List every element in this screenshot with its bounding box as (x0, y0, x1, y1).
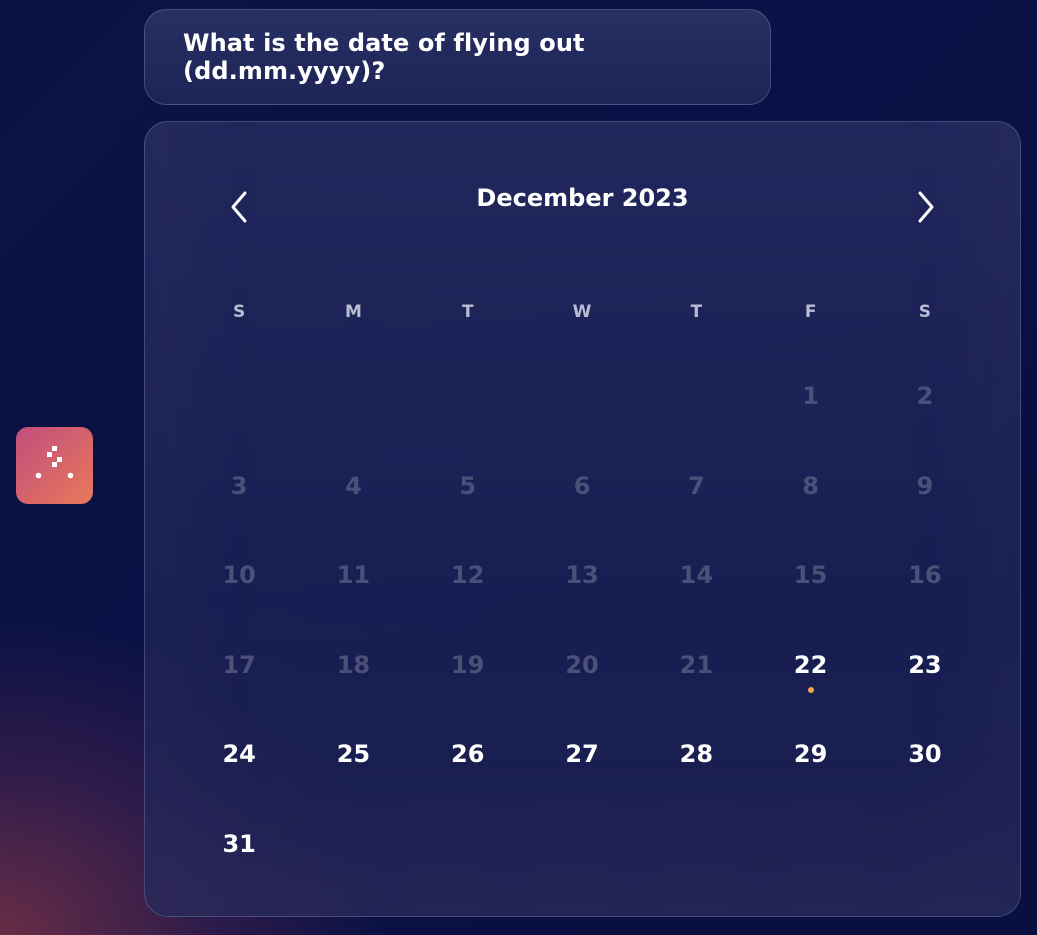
day-cell-25[interactable]: 25 (296, 710, 410, 800)
day-number: 11 (336, 561, 371, 589)
day-number: 8 (802, 471, 819, 500)
day-cell-17: 17 (182, 621, 296, 711)
month-title: December 2023 (476, 184, 689, 212)
day-cell-18: 18 (296, 621, 410, 711)
assistant-avatar (16, 427, 93, 504)
assistant-logo-icon (35, 446, 74, 479)
day-number: 3 (230, 471, 248, 500)
day-number: 6 (573, 471, 591, 500)
day-cell-30[interactable]: 30 (868, 710, 982, 800)
weekday-label: F (804, 302, 817, 322)
day-cell-9: 9 (868, 442, 982, 532)
day-number: 16 (908, 561, 942, 589)
day-cell-10: 10 (182, 531, 296, 621)
day-cell-6: 6 (525, 442, 639, 532)
empty-day-cell (525, 352, 639, 442)
day-cell-24[interactable]: 24 (182, 710, 296, 800)
weekday-header: S M T W T F S (182, 272, 982, 352)
day-cell-1: 1 (753, 352, 867, 442)
day-cell-8: 8 (753, 442, 867, 532)
day-cell-21: 21 (639, 621, 753, 711)
day-number: 1 (802, 382, 819, 410)
chevron-right-icon (918, 191, 934, 223)
weekday-label: T (461, 302, 474, 322)
day-cell-14: 14 (639, 531, 753, 621)
day-number: 21 (679, 650, 714, 679)
next-month-button[interactable] (900, 182, 950, 232)
day-cell-26[interactable]: 26 (411, 710, 525, 800)
weekday-label: S (233, 302, 246, 322)
date-picker-calendar: December 2023 S M T W T F S 1 2 3 4 5 6 7 8 9 10 1… (144, 121, 1021, 917)
day-number: 9 (916, 471, 934, 500)
day-number: 23 (908, 650, 942, 679)
today-indicator-dot (807, 686, 814, 693)
question-text: What is the date of flying out (dd.mm.yy… (183, 29, 585, 85)
empty-day-cell (296, 352, 410, 442)
day-number: 30 (908, 740, 942, 768)
day-cell-15: 15 (753, 531, 867, 621)
day-cell-12: 12 (411, 531, 525, 621)
day-number: 29 (793, 740, 828, 768)
day-cell-5: 5 (411, 442, 525, 532)
day-cell-29[interactable]: 29 (753, 710, 867, 800)
day-number: 31 (222, 829, 256, 858)
weekday-label: S (918, 302, 932, 322)
day-cell-20: 20 (525, 621, 639, 711)
day-number: 22 (793, 650, 828, 679)
day-number: 27 (565, 740, 599, 768)
day-cell-2: 2 (868, 352, 982, 442)
day-number: 10 (222, 561, 256, 589)
day-number: 7 (687, 471, 705, 500)
day-cell-19: 19 (411, 621, 525, 711)
day-number: 2 (916, 382, 934, 410)
weekday-label: M (344, 302, 362, 322)
day-number: 24 (222, 740, 256, 768)
day-number: 28 (679, 740, 714, 768)
day-cell-7: 7 (639, 442, 753, 532)
calendar-grid: S M T W T F S 1 2 3 4 5 6 7 8 9 10 11 12 13 14 15 16 17 1… (182, 272, 982, 889)
day-cell-3: 3 (182, 442, 296, 532)
day-number: 18 (336, 650, 371, 679)
day-cell-16: 16 (868, 531, 982, 621)
day-cell-27[interactable]: 27 (525, 710, 639, 800)
day-cell-11: 11 (296, 531, 410, 621)
empty-day-cell (411, 352, 525, 442)
day-number: 13 (565, 561, 599, 589)
empty-day-cell (182, 352, 296, 442)
day-number: 26 (451, 740, 485, 768)
day-number: 25 (336, 740, 371, 768)
day-cell-22[interactable]: 22 (753, 621, 867, 711)
day-number: 20 (565, 650, 599, 679)
question-bubble: What is the date of flying out (dd.mm.yy… (144, 9, 771, 105)
day-number: 12 (451, 561, 485, 589)
day-cell-28[interactable]: 28 (639, 710, 753, 800)
day-cell-4: 4 (296, 442, 410, 532)
day-number: 4 (345, 471, 362, 500)
day-number: 5 (459, 471, 477, 500)
weekday-label: W (572, 302, 592, 322)
day-number: 15 (793, 561, 828, 589)
day-cell-13: 13 (525, 531, 639, 621)
day-number: 14 (679, 561, 714, 589)
day-cell-31[interactable]: 31 (182, 800, 296, 890)
day-number: 19 (451, 650, 485, 679)
empty-day-cell (639, 352, 753, 442)
day-cell-23[interactable]: 23 (868, 621, 982, 711)
days-grid: 1 2 3 4 5 6 7 8 9 10 11 12 13 14 15 16 17 18 19 20 21 22 23 24 2… (182, 352, 982, 889)
day-number: 17 (222, 650, 256, 679)
weekday-label: T (690, 302, 703, 322)
